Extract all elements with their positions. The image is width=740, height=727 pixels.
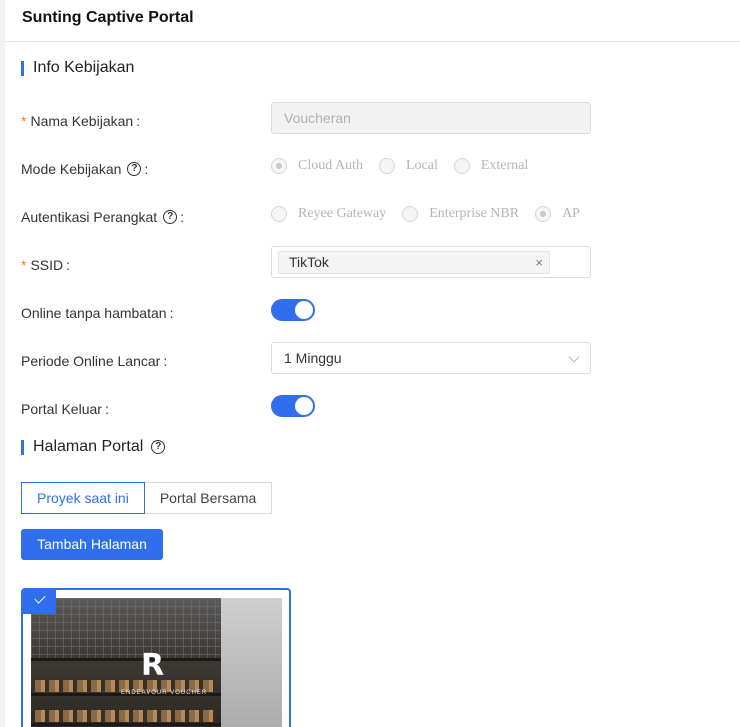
- radio-local: Local: [378, 158, 438, 174]
- thumbnail-grid: [31, 598, 231, 658]
- seamless-period-label: Periode Online Lancar :: [21, 353, 168, 369]
- tab-shared-portal[interactable]: Portal Bersama: [144, 482, 273, 514]
- page-header: Sunting Captive Portal: [5, 0, 740, 42]
- section-title-policy-info: Info Kebijakan: [21, 59, 134, 77]
- portal-logout-toggle[interactable]: [271, 395, 315, 417]
- ssid-label: * SSID :: [21, 257, 71, 273]
- chevron-down-icon: [568, 351, 580, 363]
- check-icon: [23, 590, 56, 614]
- section-title-text: Info Kebijakan: [33, 59, 135, 76]
- required-mark: *: [21, 113, 27, 129]
- section-title-text: Halaman Portal: [33, 438, 144, 455]
- section-bar: [21, 60, 24, 76]
- seamless-online-label: Online tanpa hambatan :: [21, 305, 174, 321]
- radio-circle: [271, 206, 287, 222]
- portal-thumbnail: R ENDEAVOUR VOUCHER: [31, 598, 282, 727]
- seamless-period-select[interactable]: 1 Minggu: [271, 342, 591, 374]
- ssid-select[interactable]: TikTok ×: [271, 246, 591, 278]
- required-mark: *: [21, 257, 27, 273]
- device-auth-radio-group: Reyee Gateway Enterprise NBR AP: [271, 206, 596, 222]
- help-icon[interactable]: ?: [151, 440, 166, 454]
- policy-mode-radio-group: Cloud Auth Local External: [271, 158, 544, 174]
- radio-circle: [378, 158, 395, 174]
- radio-cloud-auth: Cloud Auth: [271, 158, 363, 174]
- radio-external: External: [453, 158, 528, 174]
- left-edge-strip: [0, 0, 5, 727]
- seamless-online-toggle[interactable]: [271, 299, 315, 321]
- policy-name-input: Voucheran: [271, 102, 591, 134]
- policy-name-label: * Nama Kebijakan :: [21, 113, 141, 129]
- toggle-knob: [295, 301, 313, 319]
- section-bar: [21, 439, 24, 455]
- toggle-knob: [295, 397, 313, 415]
- close-icon[interactable]: ×: [535, 252, 543, 273]
- help-icon[interactable]: ?: [163, 210, 178, 224]
- radio-reyee-gateway: Reyee Gateway: [271, 206, 386, 222]
- radio-circle: [271, 158, 287, 174]
- brand-text: ENDEAVOUR VOUCHER: [121, 690, 208, 696]
- radio-ap: AP: [535, 206, 580, 222]
- section-title-portal-page: Halaman Portal ?: [21, 438, 166, 456]
- radio-circle: [453, 158, 470, 174]
- ssid-tag: TikTok ×: [278, 251, 550, 274]
- thumbnail-goods: [35, 710, 215, 722]
- thumbnail-shelf: [31, 658, 221, 661]
- radio-circle: [535, 206, 552, 222]
- add-page-button[interactable]: Tambah Halaman: [21, 529, 163, 560]
- tab-current-project[interactable]: Proyek saat ini: [21, 482, 145, 514]
- policy-mode-label: Mode Kebijakan ? :: [21, 161, 149, 177]
- radio-enterprise-nbr: Enterprise NBR: [402, 206, 519, 222]
- portal-page-card[interactable]: R ENDEAVOUR VOUCHER: [21, 588, 291, 727]
- page-title: Sunting Captive Portal: [22, 9, 194, 26]
- portal-tabs: Proyek saat ini Portal Bersama: [21, 482, 273, 514]
- thumbnail-shelf: [31, 723, 221, 726]
- portal-logout-label: Portal Keluar :: [21, 401, 109, 417]
- help-icon[interactable]: ?: [127, 162, 142, 176]
- device-auth-label: Autentikasi Perangkat ? :: [21, 209, 185, 225]
- radio-circle: [402, 206, 419, 222]
- thumbnail-wall: [221, 598, 282, 727]
- brand-logo: R: [141, 648, 165, 683]
